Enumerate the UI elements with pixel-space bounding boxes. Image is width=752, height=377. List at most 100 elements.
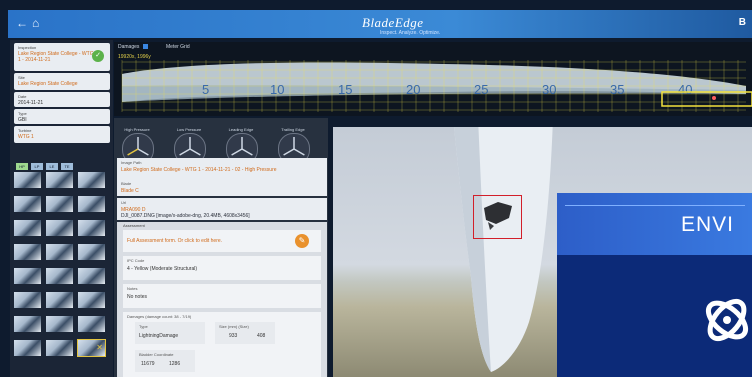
damages-count-label: Damages (damage count: 38 - 7/19)	[127, 314, 192, 319]
type-value: GBI	[18, 117, 27, 123]
thumbnail-image[interactable]	[46, 292, 73, 308]
thumbnail-image[interactable]	[14, 244, 41, 260]
full-assessment-text[interactable]: Full Assessment form. Or click to edit h…	[127, 238, 222, 244]
thumbnail-image[interactable]	[46, 172, 73, 188]
thumbnail-image[interactable]	[78, 196, 105, 212]
brand-tagline: Inspect. Analyze. Optimize.	[380, 30, 441, 36]
top-bar: ← ⌂ BladeEdge Inspect. Analyze. Optimize…	[8, 10, 752, 38]
damage-details: Damages (damage count: 38 - 7/19) Type L…	[123, 312, 321, 377]
damage-detection-box[interactable]	[473, 195, 522, 239]
rotor-blade-line	[189, 148, 201, 156]
meter-tick-label: 40	[678, 82, 692, 97]
thumbnail-image[interactable]	[46, 220, 73, 236]
rotor-blade-line	[283, 148, 295, 156]
type-label: Type	[18, 111, 27, 116]
thumbnail-image[interactable]	[78, 268, 105, 284]
thumbnail-image[interactable]	[46, 340, 73, 356]
meter-tick-label: 5	[202, 82, 209, 97]
thumbnail-image[interactable]	[78, 172, 105, 188]
bladder-coordinate-field[interactable]: Bladder Coordinate 11679 1286	[135, 350, 195, 372]
thumbnail-image[interactable]	[78, 220, 105, 236]
url-field[interactable]: Url MRA090 D DJI_0087.DNG [image/x-adobe…	[117, 198, 327, 220]
damage-flag-icon: ✕	[96, 343, 103, 352]
image-path-value: Lake Region State College - WTG 1 - 2014…	[121, 167, 277, 173]
view-label: Trailing Edge	[281, 127, 305, 132]
thumbnail-image[interactable]	[14, 172, 41, 188]
thumbnail-image[interactable]	[14, 220, 41, 236]
turbine-card[interactable]: Turbine WTG 1	[14, 126, 110, 143]
brand-logo[interactable]: BladeEdge	[362, 15, 424, 31]
inspection-card[interactable]: Inspection Lake Region State College - W…	[14, 43, 110, 71]
damage-marker-icon[interactable]	[712, 96, 716, 100]
thumbnail-image[interactable]	[14, 316, 41, 332]
overlay-banner[interactable]: ENVI	[557, 193, 752, 377]
inspection-value: Lake Region State College - WTG 1 - 2014…	[18, 51, 94, 63]
home-icon[interactable]: ⌂	[32, 16, 39, 30]
turbine-label: Turbine	[18, 128, 32, 133]
thumbnail-image[interactable]	[14, 292, 41, 308]
thumbnail-image[interactable]	[78, 244, 105, 260]
thumbnail-image[interactable]	[78, 292, 105, 308]
ipc-value: 4 - Yellow (Moderate Structural)	[127, 266, 198, 272]
url-label: Url	[121, 200, 127, 205]
date-value: 2014-11-21	[18, 100, 44, 106]
damage-size-field[interactable]: Size (mm) (Size) 933 408	[215, 322, 275, 344]
damage-type-field[interactable]: Type LightningDamage	[135, 322, 205, 344]
thumbnail-image[interactable]	[14, 268, 41, 284]
rotor-blade-line	[241, 148, 253, 156]
thumbnail-image[interactable]	[46, 244, 73, 260]
site-card[interactable]: Site Lake Region State College	[14, 73, 110, 90]
banner-divider	[565, 205, 745, 206]
atom-logo-icon	[705, 298, 749, 342]
view-label: Low Pressure	[176, 127, 202, 132]
chip-hp[interactable]: HP	[16, 163, 28, 170]
size-height: 408	[257, 333, 266, 339]
rotor-blade-line	[231, 148, 243, 156]
thumbnail-image[interactable]	[46, 316, 73, 332]
app-window: ← ⌂ BladeEdge Inspect. Analyze. Optimize…	[0, 0, 752, 377]
thumbnail-image[interactable]	[46, 196, 73, 212]
pencil-icon[interactable]: ✎	[295, 234, 309, 248]
meter-tick-label: 10	[270, 82, 284, 97]
coordinate-x: 11679	[141, 361, 155, 367]
assessment-panel: Assessment Full Assessment form. Or clic…	[117, 222, 327, 377]
blade-value: Blade C	[121, 188, 139, 194]
check-icon[interactable]: ✓	[92, 50, 104, 62]
meter-tick-label: 30	[542, 82, 556, 97]
thumbnail-image[interactable]	[78, 316, 105, 332]
blade-map-svg[interactable]: 5 10 15 20 25 30 35 40	[114, 42, 752, 116]
chip-le[interactable]: LE	[46, 163, 58, 170]
size-label: Size (mm) (Size)	[219, 324, 249, 329]
blade-field[interactable]: Blade Blade C	[117, 179, 327, 196]
banner-text: ENVI	[681, 213, 735, 236]
back-arrow-icon[interactable]: ←	[16, 16, 28, 30]
chip-te[interactable]: TE	[61, 163, 73, 170]
top-right-label[interactable]: B	[739, 17, 746, 28]
full-assessment-row[interactable]: Full Assessment form. Or click to edit h…	[123, 230, 321, 252]
thumbnail-image[interactable]	[14, 340, 41, 356]
ipc-label: IPC Code	[127, 258, 145, 263]
chip-lp[interactable]: LP	[31, 163, 43, 170]
damage-type-value: LightningDamage	[139, 333, 179, 339]
coordinate-y: 1286	[169, 361, 181, 367]
notes-field[interactable]: Notes No notes	[123, 284, 321, 308]
rotor-blade-line	[137, 148, 149, 156]
site-value: Lake Region State College	[18, 81, 78, 87]
rotor-blade-line	[293, 148, 305, 156]
damage-type-label: Type	[139, 324, 148, 329]
thumbnail-image[interactable]	[14, 196, 41, 212]
ipc-code-field[interactable]: IPC Code 4 - Yellow (Moderate Structural…	[123, 256, 321, 280]
inspection-label: Inspection	[18, 45, 37, 50]
date-card[interactable]: Date 2014-11-21	[14, 92, 110, 107]
rotor-blade-line	[179, 148, 191, 156]
turbine-value: WTG 1	[18, 134, 34, 140]
thumbnail-image[interactable]	[46, 268, 73, 284]
blade-label: Blade	[121, 181, 132, 186]
type-card[interactable]: Type GBI	[14, 109, 110, 124]
banner-header: ENVI	[557, 193, 752, 255]
blade-side-filter: HP LP LE TE	[16, 155, 76, 173]
meter-tick-label: 20	[406, 82, 420, 97]
meter-tick-label: 15	[338, 82, 352, 97]
thumbnail-image[interactable]: ✕	[77, 339, 106, 357]
date-label: Date	[18, 94, 27, 99]
